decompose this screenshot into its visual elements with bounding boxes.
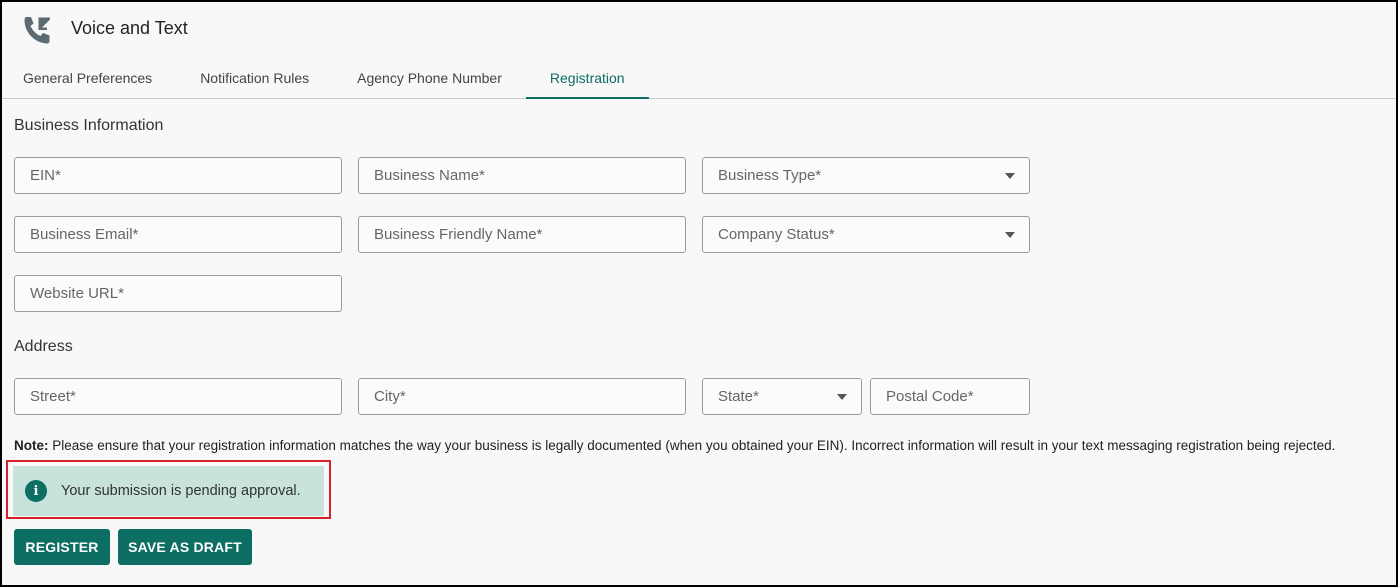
alert-text: Your submission is pending approval.: [61, 483, 301, 499]
business-type-placeholder: Business Type*: [718, 167, 822, 184]
register-button[interactable]: REGISTER: [14, 529, 110, 565]
business-information-heading: Business Information: [14, 117, 164, 134]
street-input[interactable]: [30, 388, 341, 405]
state-placeholder: State*: [718, 388, 759, 405]
address-heading: Address: [14, 338, 73, 355]
note-text: Please ensure that your registration inf…: [48, 438, 1336, 453]
ein-input[interactable]: [30, 167, 341, 184]
city-input[interactable]: [374, 388, 685, 405]
tab-label: Notification Rules: [200, 70, 310, 86]
business-email-field[interactable]: [14, 216, 342, 253]
phone-forward-icon: [20, 14, 54, 48]
caret-down-icon: [837, 394, 847, 400]
tab-label: Agency Phone Number: [357, 70, 502, 86]
tab-general-preferences[interactable]: General Preferences: [2, 58, 176, 98]
caret-down-icon: [1005, 232, 1015, 238]
ein-field[interactable]: [14, 157, 342, 194]
tab-label: General Preferences: [23, 70, 153, 86]
caret-down-icon: [1005, 173, 1015, 179]
tab-registration[interactable]: Registration: [525, 58, 649, 99]
business-name-field[interactable]: [358, 157, 686, 194]
business-email-input[interactable]: [30, 226, 341, 243]
tab-bar: General Preferences Notification Rules A…: [2, 58, 649, 99]
business-name-input[interactable]: [374, 167, 685, 184]
website-url-field[interactable]: [14, 275, 342, 312]
postal-code-field[interactable]: [870, 378, 1030, 415]
street-field[interactable]: [14, 378, 342, 415]
city-field[interactable]: [358, 378, 686, 415]
tab-label: Registration: [549, 70, 625, 86]
pending-approval-alert: i Your submission is pending approval.: [13, 466, 324, 516]
business-friendly-name-input[interactable]: [374, 226, 685, 243]
website-url-input[interactable]: [30, 285, 341, 302]
state-select[interactable]: State*: [702, 378, 862, 415]
company-status-placeholder: Company Status*: [718, 226, 835, 243]
info-icon: i: [25, 480, 47, 502]
header: Voice and Text General Preferences Notif…: [2, 2, 1396, 99]
business-type-select[interactable]: Business Type*: [702, 157, 1030, 194]
tab-notification-rules[interactable]: Notification Rules: [176, 58, 333, 98]
postal-code-input[interactable]: [886, 388, 1029, 405]
note-label: Note:: [14, 438, 49, 453]
page-title: Voice and Text: [71, 18, 188, 38]
company-status-select[interactable]: Company Status*: [702, 216, 1030, 253]
business-friendly-name-field[interactable]: [358, 216, 686, 253]
save-as-draft-button[interactable]: SAVE AS DRAFT: [118, 529, 252, 565]
tab-agency-phone-number[interactable]: Agency Phone Number: [333, 58, 526, 98]
registration-note: Note: Please ensure that your registrati…: [14, 438, 1335, 453]
